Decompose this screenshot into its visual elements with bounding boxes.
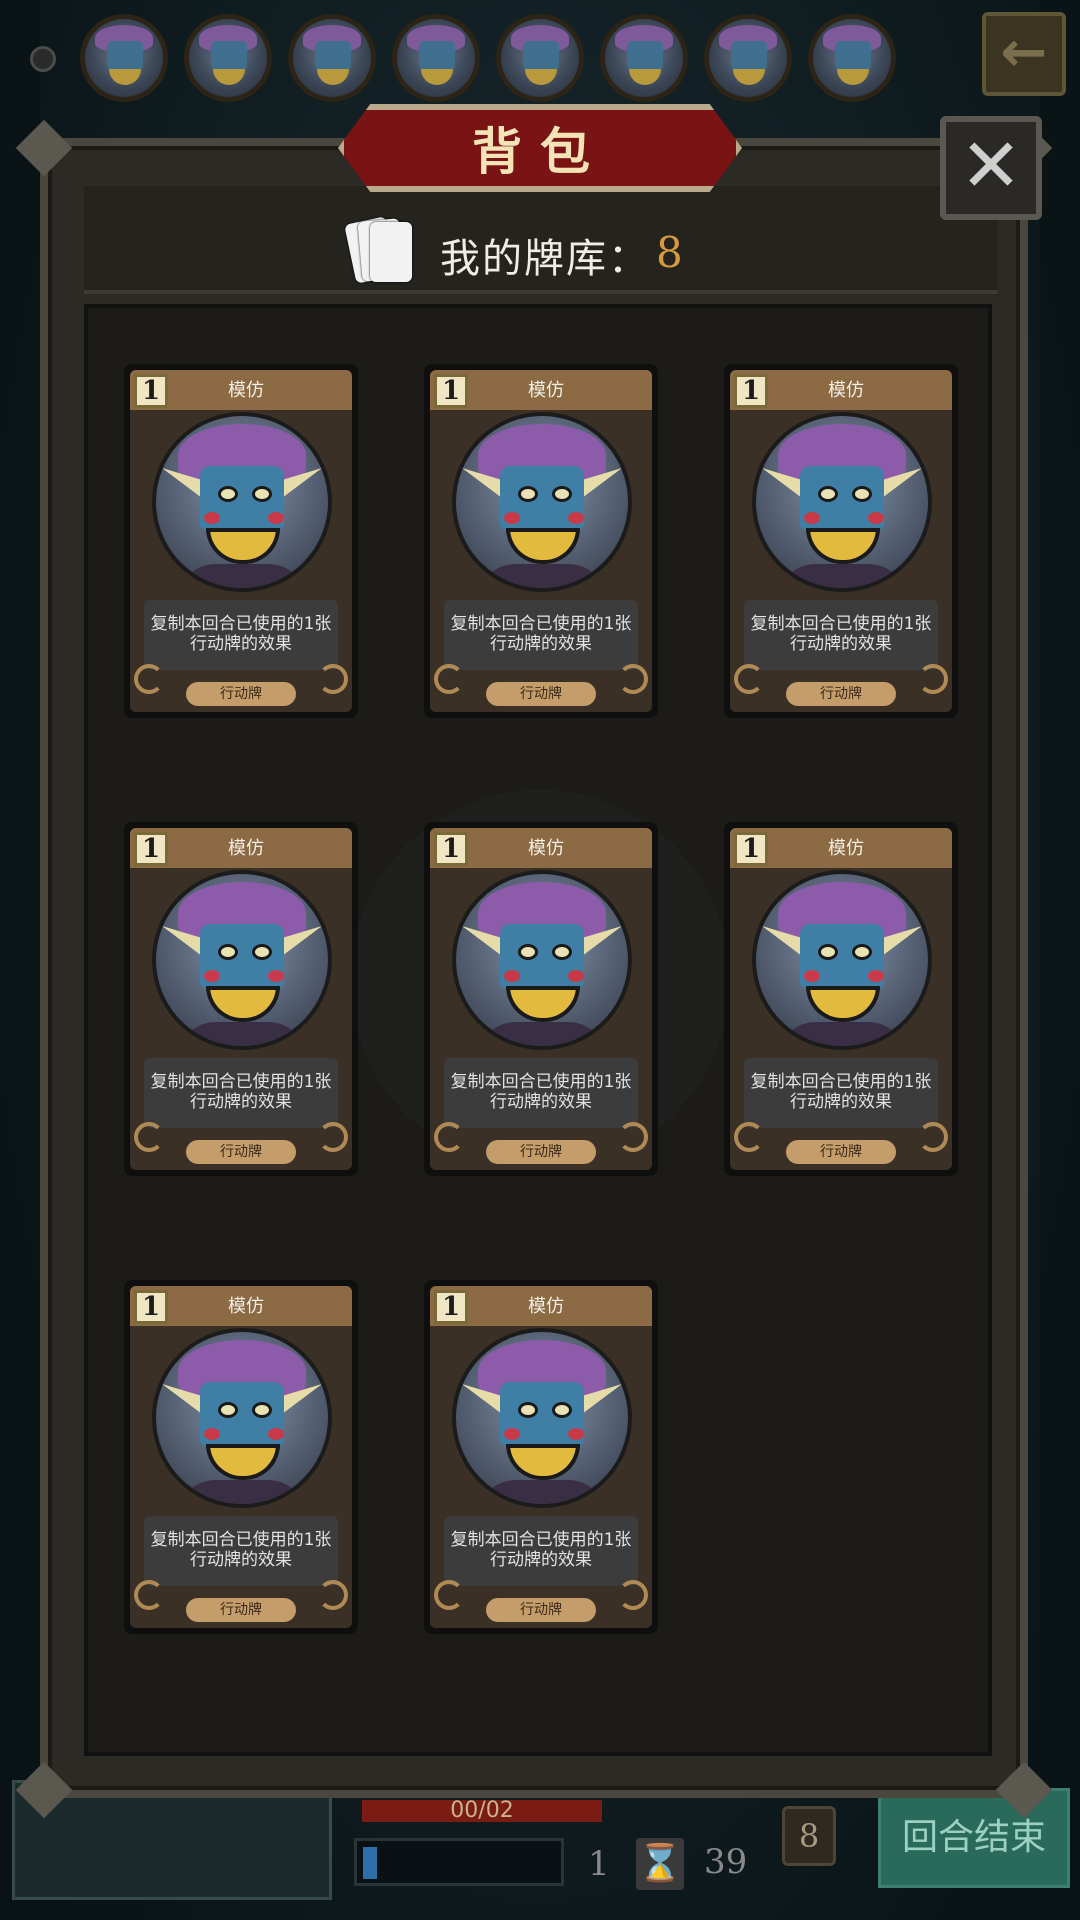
card-cost: 1 — [434, 1290, 468, 1324]
card-description: 复制本回合已使用的1张行动牌的效果 — [444, 1516, 638, 1586]
enemy-portrait[interactable] — [392, 14, 480, 102]
card-cost: 1 — [134, 832, 168, 866]
card[interactable]: 1 模仿 复制本回合已使用的1张行动牌的效果 行动牌 — [424, 1280, 658, 1634]
enemy-portrait[interactable] — [288, 14, 376, 102]
swirl-ornament — [318, 1122, 348, 1152]
time-value: 39 — [704, 1842, 748, 1882]
enemy-portrait[interactable] — [80, 14, 168, 102]
swirl-ornament — [318, 1580, 348, 1610]
card-name: 模仿 — [828, 380, 864, 401]
card-type: 行动牌 — [186, 1598, 296, 1622]
energy-bar — [354, 1838, 564, 1886]
card[interactable]: 1 模仿 复制本回合已使用的1张行动牌的效果 行动牌 — [124, 1280, 358, 1634]
card-cost: 1 — [134, 1290, 168, 1324]
card-name: 模仿 — [228, 838, 264, 859]
card[interactable]: 1 模仿 复制本回合已使用的1张行动牌的效果 行动牌 — [124, 364, 358, 718]
card-art-goblin — [452, 1328, 632, 1508]
card-name: 模仿 — [828, 838, 864, 859]
card[interactable]: 1 模仿 复制本回合已使用的1张行动牌的效果 行动牌 — [124, 822, 358, 1176]
card-description: 复制本回合已使用的1张行动牌的效果 — [144, 600, 338, 670]
card-cost: 1 — [734, 832, 768, 866]
swirl-ornament — [434, 1580, 464, 1610]
page-title: 背包 — [472, 123, 608, 181]
card-cost: 1 — [434, 832, 468, 866]
card-art-goblin — [152, 870, 332, 1050]
card-name: 模仿 — [528, 838, 564, 859]
card-art-goblin — [452, 412, 632, 592]
card-description: 复制本回合已使用的1张行动牌的效果 — [144, 1058, 338, 1128]
card-description: 复制本回合已使用的1张行动牌的效果 — [744, 600, 938, 670]
deck-count: 8 — [656, 228, 683, 277]
swirl-ornament — [734, 1122, 764, 1152]
hourglass-icon: ⌛ — [636, 1838, 684, 1890]
swirl-ornament — [318, 664, 348, 694]
card-name: 模仿 — [228, 380, 264, 401]
swirl-ornament — [918, 1122, 948, 1152]
card[interactable]: 1 模仿 复制本回合已使用的1张行动牌的效果 行动牌 — [724, 364, 958, 718]
card-type: 行动牌 — [486, 1598, 596, 1622]
energy-value: 1 — [588, 1844, 610, 1884]
card-art-goblin — [752, 870, 932, 1050]
close-icon[interactable]: ✕ — [940, 116, 1042, 220]
card-type: 行动牌 — [786, 682, 896, 706]
card[interactable]: 1 模仿 复制本回合已使用的1张行动牌的效果 行动牌 — [724, 822, 958, 1176]
swirl-ornament — [918, 664, 948, 694]
card-art-goblin — [752, 412, 932, 592]
swirl-ornament — [134, 1122, 164, 1152]
deck-count-badge[interactable]: 8 — [782, 1806, 836, 1866]
card-type: 行动牌 — [186, 682, 296, 706]
card-name: 模仿 — [228, 1296, 264, 1317]
enemy-portrait[interactable] — [808, 14, 896, 102]
tree-trunk — [1040, 0, 1080, 1920]
energy-fill — [363, 1847, 377, 1879]
card-description: 复制本回合已使用的1张行动牌的效果 — [444, 1058, 638, 1128]
swirl-ornament — [434, 1122, 464, 1152]
card-cost: 1 — [734, 374, 768, 408]
enemy-portrait[interactable] — [496, 14, 584, 102]
card-description: 复制本回合已使用的1张行动牌的效果 — [144, 1516, 338, 1586]
card-type: 行动牌 — [786, 1140, 896, 1164]
swirl-ornament — [618, 664, 648, 694]
hp-bar: 00/02 — [362, 1800, 602, 1822]
tree-trunk — [0, 0, 40, 1920]
deck-label: 我的牌库： — [440, 236, 650, 282]
card-type: 行动牌 — [486, 682, 596, 706]
enemy-portrait-strip: ← — [0, 0, 1080, 110]
card[interactable]: 1 模仿 复制本回合已使用的1张行动牌的效果 行动牌 — [424, 364, 658, 718]
indicator-dot — [30, 46, 56, 72]
swirl-ornament — [734, 664, 764, 694]
end-turn-button[interactable]: 回合结束 — [878, 1788, 1070, 1888]
card-cost: 1 — [134, 374, 168, 408]
card-type: 行动牌 — [186, 1140, 296, 1164]
enemy-portrait[interactable] — [600, 14, 688, 102]
card-art-goblin — [152, 1328, 332, 1508]
cards-icon — [344, 216, 416, 284]
swirl-ornament — [134, 664, 164, 694]
back-arrow-icon[interactable]: ← — [982, 12, 1066, 96]
swirl-ornament — [134, 1580, 164, 1610]
swirl-ornament — [618, 1580, 648, 1610]
card[interactable]: 1 模仿 复制本回合已使用的1张行动牌的效果 行动牌 — [424, 822, 658, 1176]
swirl-ornament — [434, 664, 464, 694]
card-cost: 1 — [434, 374, 468, 408]
card-description: 复制本回合已使用的1张行动牌的效果 — [744, 1058, 938, 1128]
swirl-ornament — [618, 1122, 648, 1152]
card-type: 行动牌 — [486, 1140, 596, 1164]
card-art-goblin — [452, 870, 632, 1050]
card-name: 模仿 — [528, 1296, 564, 1317]
enemy-portrait[interactable] — [184, 14, 272, 102]
card-description: 复制本回合已使用的1张行动牌的效果 — [444, 600, 638, 670]
card-art-goblin — [152, 412, 332, 592]
card-name: 模仿 — [528, 380, 564, 401]
enemy-portrait[interactable] — [704, 14, 792, 102]
